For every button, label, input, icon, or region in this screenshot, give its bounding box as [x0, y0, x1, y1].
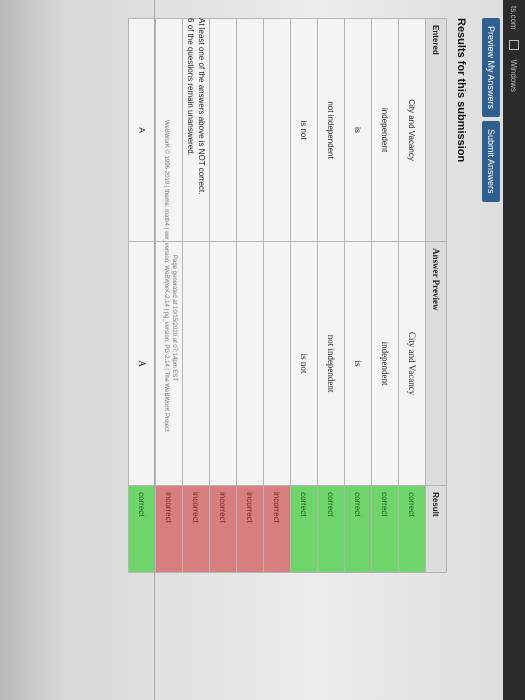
answer-preview-cell: is not: [290, 241, 318, 486]
submission-messages: At least one of the answers above is NOT…: [185, 18, 207, 194]
answer-preview-cell: not independent: [317, 241, 345, 486]
answer-preview-cell: A: [128, 241, 156, 486]
table-row: incorrect: [263, 18, 291, 573]
result-cell: incorrect: [236, 485, 264, 573]
table-row: A Acorrect: [128, 18, 156, 573]
result-cell: correct: [128, 485, 156, 573]
entered-cell: not independent: [317, 18, 345, 242]
photo-frame: ts.com Windows Preview My Answers Submit…: [0, 0, 525, 700]
page-generated-text: Page generated at 10/15/2020 at 07:14pm …: [171, 255, 177, 382]
browser-top-bar: ts.com Windows: [503, 0, 525, 700]
windows-icon: [509, 39, 519, 50]
result-cell: incorrect: [155, 485, 183, 573]
answer-preview-cell: [155, 241, 183, 486]
answer-preview-cell: City and Vacancy: [398, 241, 426, 486]
result-cell: incorrect: [209, 485, 237, 573]
result-cell: correct: [398, 485, 426, 573]
answer-preview-cell: [182, 241, 210, 486]
result-cell: incorrect: [263, 485, 291, 573]
header-entered: Entered: [425, 18, 447, 242]
entered-cell: [263, 18, 291, 242]
results-heading: Results for this submission: [455, 18, 467, 163]
webwork-page: ts.com Windows Preview My Answers Submit…: [0, 0, 525, 700]
preview-answers-button[interactable]: Preview My Answers: [482, 18, 500, 118]
answer-preview-cell: independent: [371, 241, 399, 486]
entered-cell: [236, 18, 264, 242]
table-row: independent independent correct: [371, 18, 399, 573]
result-cell: correct: [290, 485, 318, 573]
browser-tab-strip: ts.com Windows: [503, 0, 525, 92]
footer-divider: [154, 0, 155, 700]
entered-cell: City and Vacancy: [398, 18, 426, 242]
entered-cell: [155, 18, 183, 242]
answer-buttons: Preview My Answers Submit Answers: [482, 18, 500, 202]
table-row: is not is not correct: [290, 18, 318, 573]
table-row: City and Vacancy City and Vacancy correct: [398, 18, 426, 573]
not-correct-message: At least one of the answers above is NOT…: [197, 18, 206, 195]
table-row: not independent not independent correct: [317, 18, 345, 573]
browser-tab-1[interactable]: ts.com: [510, 6, 519, 30]
answer-preview-cell: [209, 241, 237, 486]
result-cell: incorrect: [182, 485, 210, 573]
entered-cell: independent: [371, 18, 399, 242]
entered-cell: A: [128, 18, 156, 242]
results-header-row: Entered Answer Preview Result: [425, 18, 447, 573]
copyright-text: WeBWorK © 1996-2019 | theme: math4 | ww_…: [163, 120, 169, 432]
result-cell: correct: [317, 485, 345, 573]
answer-preview-cell: [236, 241, 264, 486]
table-row: is is correct: [344, 18, 372, 573]
browser-tab-2[interactable]: Windows: [510, 60, 519, 92]
answer-preview-cell: is: [344, 241, 372, 486]
table-row: incorrect: [155, 18, 183, 573]
result-cell: correct: [344, 485, 372, 573]
submit-answers-button[interactable]: Submit Answers: [482, 121, 500, 202]
header-result: Result: [425, 485, 447, 573]
entered-cell: is not: [290, 18, 318, 242]
entered-cell: is: [344, 18, 372, 242]
table-row: incorrect: [236, 18, 264, 573]
table-row: incorrect: [209, 18, 237, 573]
entered-cell: [209, 18, 237, 242]
result-cell: correct: [371, 485, 399, 573]
header-answer-preview: Answer Preview: [425, 241, 447, 486]
answer-preview-cell: [263, 241, 291, 486]
unanswered-message: 6 of the questions remain unanswered.: [186, 18, 195, 156]
